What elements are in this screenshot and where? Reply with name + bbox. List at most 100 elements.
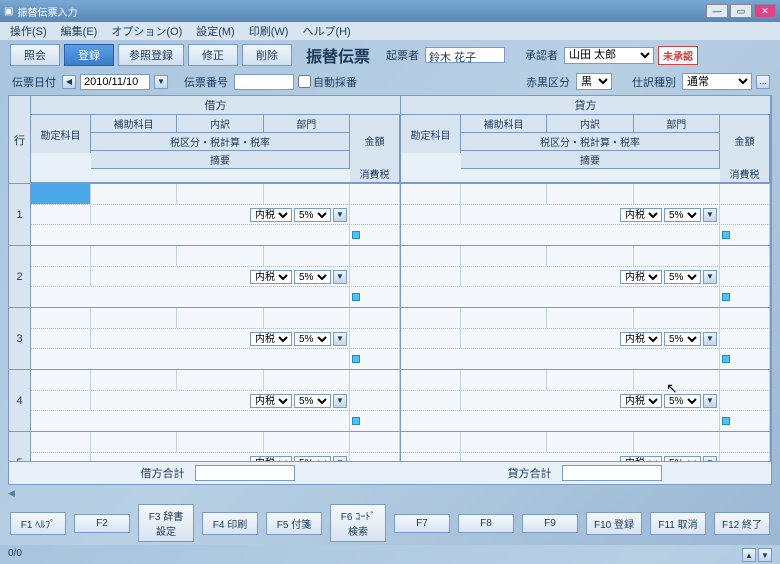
sub-account-cell[interactable] (461, 432, 547, 452)
menu-option[interactable]: オプション(O) (105, 21, 188, 41)
account-cell-2[interactable] (401, 453, 461, 461)
tax-type-select[interactable]: 内税 (250, 270, 292, 284)
account-cell[interactable] (401, 184, 461, 204)
note-icon[interactable] (352, 293, 360, 301)
sub-account-cell[interactable] (461, 308, 547, 328)
ctax-cell[interactable] (350, 453, 400, 461)
note-icon[interactable] (722, 293, 730, 301)
descr-cell[interactable] (31, 349, 350, 369)
f8-button[interactable]: F8 (458, 514, 514, 533)
date-prev-icon[interactable]: ◀ (62, 75, 76, 89)
tax-cell[interactable]: 内税 5% ▼ (461, 205, 720, 225)
dept-cell[interactable] (634, 246, 720, 266)
sub-account-cell[interactable] (461, 184, 547, 204)
dept-cell[interactable] (634, 184, 720, 204)
descr-cell[interactable] (401, 411, 720, 431)
amount-cell[interactable] (720, 370, 770, 390)
amount-cell[interactable] (350, 246, 400, 266)
f2-button[interactable]: F2 (74, 514, 130, 533)
f5-button[interactable]: F5 付箋 (266, 512, 322, 535)
ctax-cell[interactable] (720, 205, 770, 225)
f7-button[interactable]: F7 (394, 514, 450, 533)
menu-settings[interactable]: 設定(M) (190, 21, 241, 41)
account-cell-2[interactable] (401, 267, 461, 287)
initiator-field[interactable]: 鈴木 花子 (425, 47, 505, 63)
tax-rate-select[interactable]: 5% (294, 332, 331, 346)
amount-cell[interactable] (350, 370, 400, 390)
sub-account-cell[interactable] (91, 432, 177, 452)
sub-account-cell[interactable] (91, 246, 177, 266)
amount-cell[interactable] (720, 184, 770, 204)
descr-amt-cell[interactable] (350, 225, 400, 245)
tax-rate-select[interactable]: 5% (664, 394, 701, 408)
sub-account-cell[interactable] (91, 308, 177, 328)
tax-dropdown-icon[interactable]: ▼ (333, 208, 347, 222)
dept-cell[interactable] (264, 184, 350, 204)
minimize-button[interactable]: — (706, 4, 728, 18)
note-icon[interactable] (722, 417, 730, 425)
tax-rate-select[interactable]: 5% (664, 270, 701, 284)
rb-select[interactable]: 黒 (576, 73, 612, 90)
tax-type-select[interactable]: 内税 (250, 332, 292, 346)
tax-cell[interactable]: 内税 5% ▼ (461, 453, 720, 461)
auto-number-check[interactable]: 自動採番 (298, 74, 357, 90)
f12-button[interactable]: F12 終了 (714, 512, 770, 535)
tax-type-select[interactable]: 内税 (250, 394, 292, 408)
ctax-cell[interactable] (350, 267, 400, 287)
breakdown-cell[interactable] (177, 308, 263, 328)
account-cell-2[interactable] (31, 329, 91, 349)
note-icon[interactable] (722, 231, 730, 239)
breakdown-cell[interactable] (547, 184, 633, 204)
tax-cell[interactable]: 内税 5% ▼ (91, 267, 350, 287)
ctax-cell[interactable] (720, 453, 770, 461)
account-cell-2[interactable] (31, 267, 91, 287)
tax-dropdown-icon[interactable]: ▼ (703, 208, 717, 222)
account-cell[interactable] (31, 370, 91, 390)
sub-account-cell[interactable] (91, 370, 177, 390)
query-button[interactable]: 照会 (10, 44, 60, 66)
jtype-more-icon[interactable]: … (756, 75, 770, 89)
tax-type-select[interactable]: 内税 (620, 270, 662, 284)
breakdown-cell[interactable] (177, 246, 263, 266)
menu-op[interactable]: 操作(S) (4, 21, 53, 41)
ctax-cell[interactable] (350, 391, 400, 411)
tax-rate-select[interactable]: 5% (294, 270, 331, 284)
dept-cell[interactable] (264, 432, 350, 452)
ctax-cell[interactable] (350, 329, 400, 349)
account-cell[interactable] (31, 308, 91, 328)
account-cell[interactable] (401, 432, 461, 452)
sub-account-cell[interactable] (461, 370, 547, 390)
auto-number-checkbox[interactable] (298, 75, 311, 88)
amount-cell[interactable] (720, 432, 770, 452)
amount-cell[interactable] (350, 184, 400, 204)
ctax-cell[interactable] (720, 267, 770, 287)
tax-cell[interactable]: 内税 5% ▼ (91, 329, 350, 349)
register-button[interactable]: 登録 (64, 44, 114, 66)
account-cell-2[interactable] (401, 329, 461, 349)
account-cell[interactable] (31, 184, 91, 204)
tax-type-select[interactable]: 内税 (620, 208, 662, 222)
note-icon[interactable] (352, 231, 360, 239)
account-cell-2[interactable] (31, 391, 91, 411)
tax-cell[interactable]: 内税 5% ▼ (461, 267, 720, 287)
breakdown-cell[interactable] (177, 370, 263, 390)
descr-cell[interactable] (31, 225, 350, 245)
note-icon[interactable] (352, 417, 360, 425)
f6-button[interactable]: F6 ｺｰﾄﾞ検索 (330, 504, 386, 542)
tax-cell[interactable]: 内税 5% ▼ (91, 391, 350, 411)
date-field[interactable] (80, 74, 150, 90)
descr-amt-cell[interactable] (720, 225, 770, 245)
tax-dropdown-icon[interactable]: ▼ (333, 270, 347, 284)
correct-button[interactable]: 修正 (188, 44, 238, 66)
breakdown-cell[interactable] (177, 432, 263, 452)
account-cell[interactable] (401, 370, 461, 390)
breakdown-cell[interactable] (547, 246, 633, 266)
descr-amt-cell[interactable] (350, 287, 400, 307)
amount-cell[interactable] (350, 432, 400, 452)
descr-cell[interactable] (401, 287, 720, 307)
tax-dropdown-icon[interactable]: ▼ (703, 394, 717, 408)
amount-cell[interactable] (720, 308, 770, 328)
delete-button[interactable]: 削除 (242, 44, 292, 66)
nav-up-icon[interactable]: ▲ (742, 548, 756, 562)
tax-cell[interactable]: 内税 5% ▼ (91, 205, 350, 225)
